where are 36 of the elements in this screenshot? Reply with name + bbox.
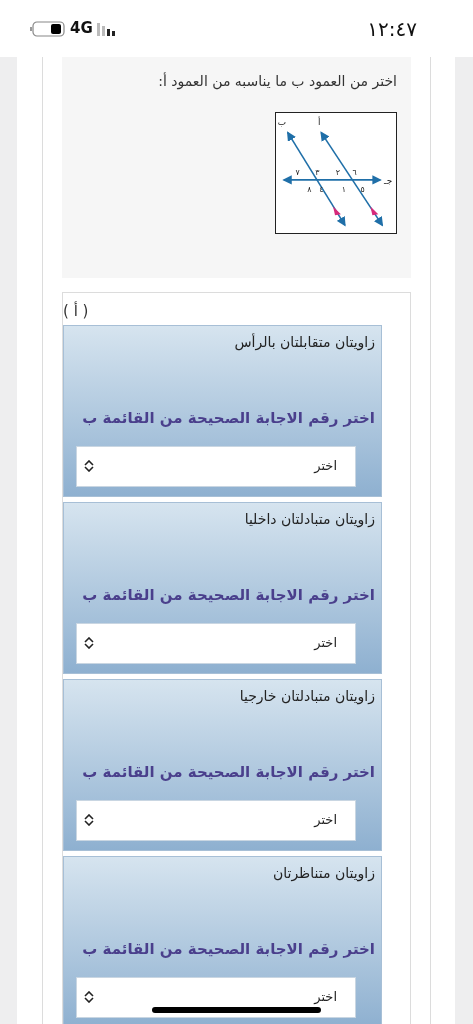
parallel-arrow-icon — [370, 206, 379, 216]
battery-icon — [30, 20, 66, 37]
angle-label: ٤ — [319, 184, 324, 194]
answer-dropdown[interactable]: اختر — [76, 799, 356, 841]
answer-dropdown[interactable]: اختر — [76, 445, 356, 487]
signal-icon — [96, 21, 115, 36]
network-label: 4G — [70, 18, 93, 40]
instruction-text: اختر رقم الاجابة الصحيحة من القائمة ب — [81, 939, 375, 960]
item-text: زاويتان متقابلتان بالرأس — [233, 332, 375, 353]
answer-dropdown[interactable]: اختر — [76, 622, 356, 664]
line-label: جـ — [384, 175, 393, 186]
dropdown-chevron-icon — [84, 990, 94, 1003]
parallel-arrow-icon — [333, 206, 341, 216]
item-text: زاويتان متبادلتان داخليا — [243, 510, 375, 530]
instruction-text: اختر رقم الاجابة الصحيحة من القائمة ب — [81, 585, 375, 606]
question-text: اختر من العمود ب ما يناسبه من العمود أ: — [157, 71, 397, 92]
dropdown-chevron-icon — [84, 636, 94, 649]
instruction-text: اختر رقم الاجابة الصحيحة من القائمة ب — [81, 762, 375, 783]
dropdown-chevron-icon — [84, 459, 94, 472]
column-label: ( أ ) — [63, 300, 90, 322]
line-label: أ — [318, 116, 321, 127]
home-indicator[interactable] — [152, 1007, 321, 1013]
angle-label: ٦ — [352, 167, 357, 177]
angle-label: ١ — [341, 184, 346, 194]
clock-time: ١٢:٤٧ — [367, 15, 417, 43]
angle-label: ٨ — [307, 184, 312, 194]
angle-label: ٢ — [335, 167, 341, 177]
line-label: ب — [277, 116, 287, 127]
angle-label: ٧ — [295, 167, 300, 177]
item-text: زاويتان متبادلتان خارجيا — [238, 687, 375, 707]
instruction-text: اختر رقم الاجابة الصحيحة من القائمة ب — [81, 408, 375, 429]
angle-label: ٣ — [315, 167, 320, 177]
item-text: زاويتان متناظرتان — [271, 864, 375, 884]
dropdown-chevron-icon — [84, 813, 94, 826]
answer-dropdown[interactable]: اختر — [76, 976, 356, 1018]
angle-label: ٥ — [360, 184, 365, 194]
